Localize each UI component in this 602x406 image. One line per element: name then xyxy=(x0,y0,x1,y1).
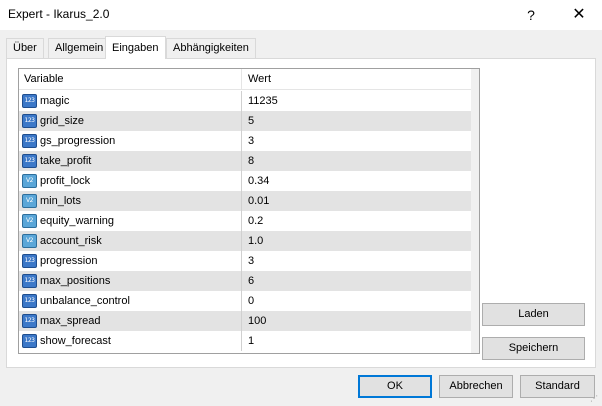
tab-ueber[interactable]: Über xyxy=(6,38,44,58)
grid-rows: 123 magic 11235 123 grid_size 5 123 gs_p… xyxy=(19,91,471,351)
table-row[interactable]: V2 min_lots 0.01 xyxy=(19,191,471,211)
variable-name: equity_warning xyxy=(40,215,114,227)
table-row[interactable]: 123 show_forecast 1 xyxy=(19,331,471,351)
vertical-scrollbar[interactable] xyxy=(471,69,479,353)
variable-value[interactable]: 100 xyxy=(248,311,266,331)
variable-value[interactable]: 0.2 xyxy=(248,211,263,231)
integer-type-icon: 123 xyxy=(22,334,37,348)
variable-name: account_risk xyxy=(40,235,102,247)
table-row[interactable]: V2 profit_lock 0.34 xyxy=(19,171,471,191)
window-title: Expert - Ikarus_2.0 xyxy=(8,7,110,21)
title-bar: Expert - Ikarus_2.0 ? ✕ xyxy=(0,0,602,30)
load-button[interactable]: Laden xyxy=(482,303,585,326)
variable-name: grid_size xyxy=(40,115,85,127)
help-icon[interactable]: ? xyxy=(508,0,554,30)
table-row[interactable]: 123 magic 11235 xyxy=(19,91,471,111)
grid-header: Variable Wert xyxy=(19,69,471,90)
variable-value[interactable]: 0 xyxy=(248,291,254,311)
table-row[interactable]: V2 account_risk 1.0 xyxy=(19,231,471,251)
cancel-button[interactable]: Abbrechen xyxy=(439,375,513,398)
variable-value[interactable]: 3 xyxy=(248,251,254,271)
variable-value[interactable]: 1.0 xyxy=(248,231,263,251)
save-button[interactable]: Speichern xyxy=(482,337,585,360)
double-type-icon: V2 xyxy=(22,214,37,228)
integer-type-icon: 123 xyxy=(22,314,37,328)
inputs-grid: Variable Wert 123 magic 11235 123 grid_s… xyxy=(18,68,480,354)
variable-name: show_forecast xyxy=(40,335,111,347)
variable-value[interactable]: 5 xyxy=(248,111,254,131)
variable-value[interactable]: 0.34 xyxy=(248,171,269,191)
integer-type-icon: 123 xyxy=(22,254,37,268)
double-type-icon: V2 xyxy=(22,194,37,208)
variable-name: progression xyxy=(40,255,98,267)
table-row[interactable]: 123 unbalance_control 0 xyxy=(19,291,471,311)
variable-value[interactable]: 11235 xyxy=(248,91,278,111)
table-row[interactable]: 123 grid_size 5 xyxy=(19,111,471,131)
resize-grip-icon[interactable]: ⋰ xyxy=(590,394,600,404)
integer-type-icon: 123 xyxy=(22,274,37,288)
column-header-variable[interactable]: Variable xyxy=(24,69,64,90)
tab-allgemein[interactable]: Allgemein xyxy=(48,38,111,58)
variable-value[interactable]: 8 xyxy=(248,151,254,171)
integer-type-icon: 123 xyxy=(22,114,37,128)
table-row[interactable]: 123 take_profit 8 xyxy=(19,151,471,171)
ok-button[interactable]: OK xyxy=(358,375,432,398)
table-row[interactable]: 123 gs_progression 3 xyxy=(19,131,471,151)
variable-name: profit_lock xyxy=(40,175,91,187)
variable-name: take_profit xyxy=(40,155,92,167)
variable-name: max_positions xyxy=(40,275,111,287)
table-row[interactable]: 123 max_spread 100 xyxy=(19,311,471,331)
integer-type-icon: 123 xyxy=(22,134,37,148)
tab-eingaben[interactable]: Eingaben xyxy=(105,36,166,59)
integer-type-icon: 123 xyxy=(22,154,37,168)
variable-value[interactable]: 6 xyxy=(248,271,254,291)
double-type-icon: V2 xyxy=(22,174,37,188)
variable-name: max_spread xyxy=(40,315,101,327)
standard-button[interactable]: Standard xyxy=(520,375,595,398)
table-row[interactable]: 123 progression 3 xyxy=(19,251,471,271)
variable-value[interactable]: 1 xyxy=(248,331,254,351)
variable-name: gs_progression xyxy=(40,135,116,147)
double-type-icon: V2 xyxy=(22,234,37,248)
column-header-value[interactable]: Wert xyxy=(248,69,271,90)
integer-type-icon: 123 xyxy=(22,94,37,108)
variable-value[interactable]: 3 xyxy=(248,131,254,151)
variable-name: min_lots xyxy=(40,195,81,207)
variable-name: unbalance_control xyxy=(40,295,130,307)
close-icon[interactable]: ✕ xyxy=(556,0,602,30)
table-row[interactable]: 123 max_positions 6 xyxy=(19,271,471,291)
tab-abhaengigkeiten[interactable]: Abhängigkeiten xyxy=(166,38,256,58)
table-row[interactable]: V2 equity_warning 0.2 xyxy=(19,211,471,231)
variable-value[interactable]: 0.01 xyxy=(248,191,269,211)
column-separator[interactable] xyxy=(241,69,242,90)
integer-type-icon: 123 xyxy=(22,294,37,308)
variable-name: magic xyxy=(40,95,70,107)
